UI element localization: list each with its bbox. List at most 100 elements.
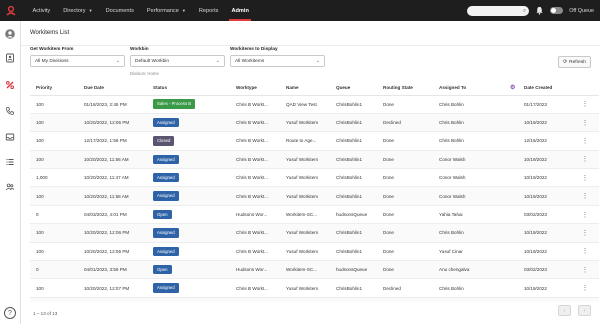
table-row[interactable]: 100 10/20/2022, 12:06 PM Assigned Chris B W… xyxy=(30,113,599,133)
table-row[interactable]: 100 10/20/2022, 11:58 AM Assigned Chris B W… xyxy=(30,186,599,206)
table-row[interactable]: 100 10/20/2022, 11:56 AM Assigned Chris B W… xyxy=(30,150,599,170)
table-row[interactable]: 0 04/03/2023, 4:01 PM Open Hudsons Wor... Wo… xyxy=(30,205,599,225)
status-cell: Assigned xyxy=(147,113,230,133)
cell-queue: hudsonsQueue xyxy=(330,260,377,280)
table-row[interactable]: 100 10/20/2022, 12:06 PM Assigned Chris B W… xyxy=(30,223,599,243)
cell-worktype: Chris B Workt... xyxy=(230,113,280,133)
column-header[interactable]: Due Date xyxy=(78,80,147,96)
divisions-select[interactable]: All My Divisions ⌄ xyxy=(30,55,125,67)
cell-queue: ChrisBohlin1 xyxy=(330,150,377,170)
kebab-menu-icon[interactable]: ⋮ xyxy=(582,267,589,274)
notifications-bell-icon[interactable] xyxy=(535,6,544,15)
global-search-input[interactable]: ⌕ xyxy=(467,5,530,16)
table-row[interactable]: 100 10/20/2022, 12:07 PM Assigned Chris B W… xyxy=(30,278,599,298)
cell-routing: Done xyxy=(377,168,433,188)
status-cell: Assigned xyxy=(147,278,230,298)
kebab-menu-icon[interactable]: ⋮ xyxy=(582,248,589,255)
cell-spacer xyxy=(504,186,518,206)
nav-item-activity[interactable]: Activity xyxy=(26,0,57,21)
list-icon[interactable] xyxy=(4,156,16,168)
nav-item-documents[interactable]: Documents xyxy=(99,0,140,21)
kebab-menu-icon[interactable]: ⋮ xyxy=(582,156,589,163)
queue-toggle[interactable] xyxy=(550,7,564,14)
workbin-filter-label: Workbin xyxy=(130,46,149,51)
admin-percent-icon[interactable] xyxy=(4,79,16,91)
column-header[interactable]: Assigned To xyxy=(433,80,504,96)
cell-worktype: Chris B Workt... xyxy=(230,242,280,262)
logo-icon[interactable] xyxy=(0,0,21,21)
cell-spacer xyxy=(504,223,518,243)
cell-name: Yusuf Workitem xyxy=(280,223,330,243)
kebab-menu-icon[interactable]: ⋮ xyxy=(582,120,589,127)
column-header[interactable]: Queue xyxy=(330,80,377,96)
left-sidebar: ? xyxy=(0,21,21,324)
prev-page-button[interactable]: ‹ xyxy=(558,305,571,316)
kebab-menu-icon[interactable]: ⋮ xyxy=(582,212,589,219)
status-badge: Open xyxy=(153,209,172,220)
status-cell: Assigned xyxy=(147,186,230,206)
kebab-menu-icon[interactable]: ⋮ xyxy=(582,101,589,108)
column-header[interactable]: Worktype xyxy=(230,80,280,96)
cell-created: 10/19/2022 xyxy=(518,150,565,170)
kebab-menu-icon[interactable]: ⋮ xyxy=(582,230,589,237)
cell-created: 10/19/2022 xyxy=(518,168,565,188)
cell-created: 10/19/2022 xyxy=(518,242,565,262)
cell-name: Yusuf Workitem xyxy=(280,297,330,302)
nav-item-reports[interactable]: Reports xyxy=(192,0,225,21)
cell-assigned: Chris Bohlin xyxy=(433,113,504,133)
workbin-select[interactable]: Default Workbin ⌄ xyxy=(130,55,225,67)
refresh-button[interactable]: ⟳ Refresh xyxy=(558,56,591,68)
table-row[interactable]: 100 12/17/2022, 1:56 PM Closed Chris B Work… xyxy=(30,131,599,151)
cell-queue: ChrisBohlin1 xyxy=(330,95,377,114)
cell-assigned: Conor Walsh xyxy=(433,168,504,188)
people-icon[interactable] xyxy=(4,181,16,193)
cell-worktype: Chris B Workt... xyxy=(230,297,280,302)
cell-assigned: Chris Bohlin xyxy=(433,95,504,114)
table-row[interactable]: 10010/20/2022, 12:15 PMAssignedChris B W… xyxy=(30,297,599,302)
avatar-icon[interactable] xyxy=(4,28,16,40)
display-select[interactable]: All Workitems ⌄ xyxy=(230,55,325,67)
kebab-menu-icon[interactable]: ⋮ xyxy=(582,285,589,292)
next-page-button[interactable]: › xyxy=(578,305,591,316)
cell-priority: 100 xyxy=(30,242,78,262)
phone-icon[interactable] xyxy=(4,105,16,117)
contacts-icon[interactable] xyxy=(4,52,16,64)
cell-name: Workitem-SC... xyxy=(280,260,330,280)
main-content: Workitems List Get Workitem From All My … xyxy=(21,21,600,324)
nav-item-performance[interactable]: Performance ▼ xyxy=(140,0,192,21)
cell-queue: ChrisBohlin1 xyxy=(330,242,377,262)
cell-priority: 0 xyxy=(30,260,78,280)
cell-spacer xyxy=(504,278,518,298)
display-filter-label: Workitems to Display xyxy=(230,46,278,51)
status-cell: Assigned xyxy=(147,242,230,262)
kebab-menu-icon[interactable]: ⋮ xyxy=(582,175,589,182)
column-header[interactable] xyxy=(565,80,599,96)
status-badge: Assigned xyxy=(153,246,179,257)
row-actions-cell: ⋮ xyxy=(565,168,599,188)
column-header[interactable]: Date Created xyxy=(518,80,565,96)
nav-item-admin[interactable]: Admin xyxy=(225,0,255,21)
table-row[interactable]: 0 04/01/2023, 3:56 PM Open Hudsons Wor... Wo… xyxy=(30,260,599,280)
column-header[interactable]: Name xyxy=(280,80,330,96)
table-row[interactable]: 1,000 10/20/2022, 11:47 AM Assigned Chris B… xyxy=(30,168,599,188)
page-title: Workitems List xyxy=(30,30,70,36)
nav-item-directory[interactable]: Directory ▼ xyxy=(57,0,99,21)
column-header[interactable]: Priority xyxy=(30,80,78,96)
inbox-icon[interactable] xyxy=(4,131,16,143)
table-row[interactable]: 100 01/18/2023, 2:45 PM Sales - Process B C… xyxy=(30,95,599,114)
workbin-division-hint: Division: Home xyxy=(130,71,159,76)
cell-assigned: Chris Bohlin xyxy=(433,131,504,151)
kebab-menu-icon[interactable]: ⋮ xyxy=(582,138,589,145)
column-header[interactable]: Status xyxy=(147,80,230,96)
column-header[interactable]: Routing State xyxy=(377,80,433,96)
kebab-menu-icon[interactable]: ⋮ xyxy=(582,193,589,200)
table-row[interactable]: 100 10/20/2022, 12:06 PM Assigned Chris B W… xyxy=(30,242,599,262)
column-settings-icon[interactable]: ⚙ xyxy=(504,80,518,96)
cell-assigned: Chris Bohlin xyxy=(433,223,504,243)
help-icon[interactable]: ? xyxy=(4,307,16,319)
cell-spacer xyxy=(504,260,518,280)
queue-status-label: Off Queue xyxy=(569,7,594,14)
status-badge: Assigned xyxy=(153,283,179,293)
workbin-select-value: Default Workbin xyxy=(135,58,170,64)
cell-spacer xyxy=(504,131,518,151)
